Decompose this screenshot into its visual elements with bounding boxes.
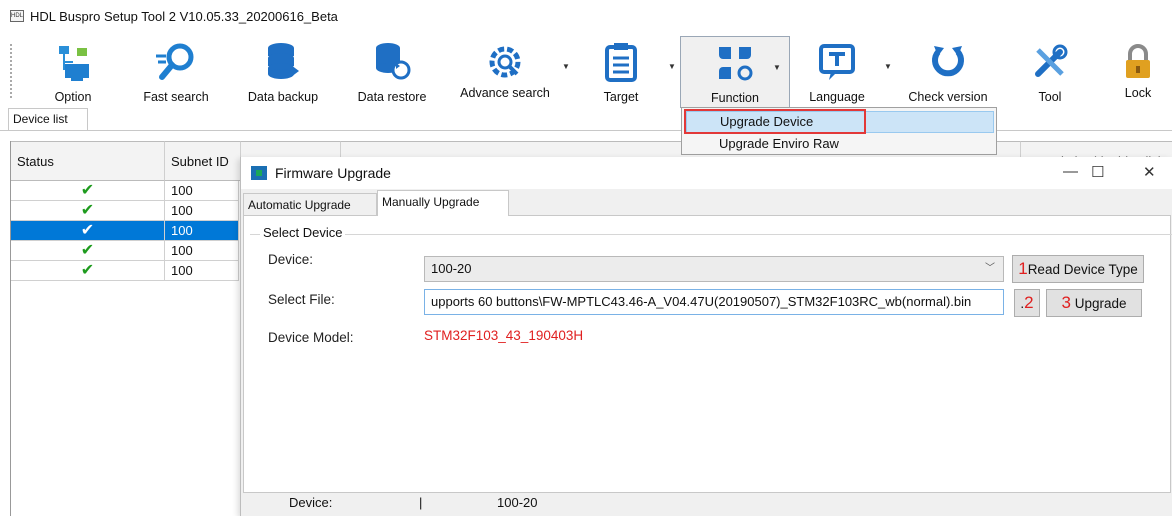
window-title: HDL Buspro Setup Tool 2 V10.05.33_202006… <box>30 8 338 24</box>
data-restore-button[interactable]: Data restore <box>346 36 438 108</box>
tool-button[interactable]: Tool <box>1020 36 1080 108</box>
status-check-icon: ✔ <box>11 201 165 221</box>
advance-search-button[interactable]: Advance search ▼ <box>452 36 570 108</box>
status-device-value: 100-20 <box>497 495 538 510</box>
read-device-type-button[interactable]: 1Read Device Type <box>1012 255 1144 283</box>
check-version-button[interactable]: Check version <box>900 36 996 108</box>
close-icon[interactable]: ✕ <box>1143 163 1156 181</box>
fast-search-button[interactable]: Fast search <box>134 36 218 108</box>
table-row[interactable]: ✔ 100 <box>11 181 239 201</box>
status-check-icon: ✔ <box>11 221 165 241</box>
chevron-down-icon: ﹀ <box>985 263 995 274</box>
column-subnet-id[interactable]: Subnet ID <box>165 141 241 181</box>
group-label: Select Device <box>260 225 346 240</box>
firmware-upgrade-dialog: Firmware Upgrade — ☐ ✕ Automatic Upgrade… <box>240 157 1172 516</box>
app-window: HDL HDL Buspro Setup Tool 2 V10.05.33_20… <box>0 0 1172 516</box>
lock-label: Lock <box>1124 86 1152 100</box>
function-dropdown-icon[interactable]: ▼ <box>773 63 781 72</box>
maximize-icon[interactable]: ☐ <box>1091 163 1104 181</box>
table-row[interactable]: ✔ 100 <box>11 261 239 281</box>
toolbar: Option Fast search Data backup Data rest… <box>0 36 1172 108</box>
table-row-selected[interactable]: ✔ 100 <box>11 221 239 241</box>
select-file-label: Select File: <box>268 292 335 307</box>
check-version-icon <box>926 40 970 84</box>
dialog-status-bar: Device: | 100-20 <box>241 493 1172 516</box>
language-dropdown-icon[interactable]: ▼ <box>884 62 892 71</box>
data-backup-button[interactable]: Data backup <box>240 36 326 108</box>
status-device-label: Device: <box>289 495 333 510</box>
subnet-cell: 100 <box>165 201 239 221</box>
device-select-value: 100-20 <box>431 261 472 276</box>
advance-search-dropdown-icon[interactable]: ▼ <box>562 62 570 71</box>
option-button[interactable]: Option <box>38 36 108 108</box>
function-button[interactable]: Function ▼ <box>680 36 790 108</box>
device-model-label: Device Model: <box>268 330 354 345</box>
lock-button[interactable]: Lock <box>1110 36 1166 108</box>
read-device-type-label: Read Device Type <box>1027 262 1138 277</box>
app-icon: HDL <box>10 10 24 22</box>
status-check-icon: ✔ <box>11 261 165 281</box>
fast-search-icon <box>154 40 198 84</box>
table-row[interactable]: ✔ 100 <box>11 201 239 221</box>
function-menu: Upgrade Device Upgrade Enviro Raw <box>681 107 997 155</box>
data-restore-icon <box>370 40 414 84</box>
step-3-annotation: 3 <box>1061 293 1071 312</box>
function-label: Function <box>711 91 759 105</box>
language-icon <box>815 40 859 84</box>
subnet-cell: 100 <box>165 261 239 281</box>
function-icon <box>713 41 757 85</box>
step-2-annotation: 2 <box>1024 293 1034 312</box>
status-check-icon: ✔ <box>11 181 165 201</box>
file-path-input[interactable]: upports 60 buttons\FW-MPTLC43.46-A_V04.4… <box>424 289 1004 315</box>
status-check-icon: ✔ <box>11 241 165 261</box>
check-version-label: Check version <box>908 90 988 104</box>
subnet-cell: 100 <box>165 181 239 201</box>
target-button[interactable]: Target ▼ <box>588 36 676 108</box>
tool-icon <box>1028 40 1072 84</box>
table-row[interactable]: ✔ 100 <box>11 241 239 261</box>
language-button[interactable]: Language ▼ <box>800 36 892 108</box>
menu-item-upgrade-enviro-raw[interactable]: Upgrade Enviro Raw <box>686 134 994 156</box>
upgrade-label: Upgrade <box>1074 296 1127 311</box>
option-icon <box>51 40 95 84</box>
data-restore-label: Data restore <box>357 90 427 104</box>
dialog-title-bar: Firmware Upgrade — ☐ ✕ <box>241 157 1172 189</box>
target-label: Target <box>603 90 639 104</box>
tab-automatic-upgrade[interactable]: Automatic Upgrade <box>243 193 377 215</box>
data-backup-icon <box>261 40 305 84</box>
data-backup-label: Data backup <box>247 90 319 104</box>
manual-upgrade-panel: Select Device Device: 100-20 ﹀ 1Read Dev… <box>243 215 1172 493</box>
advance-search-icon <box>483 40 527 84</box>
device-model-value: STM32F103_43_190403H <box>424 328 584 343</box>
step-1-annotation: 1 <box>1018 259 1028 278</box>
device-label: Device: <box>268 252 314 267</box>
subnet-cell: 100 <box>165 241 239 261</box>
tab-manually-upgrade[interactable]: Manually Upgrade <box>377 190 509 216</box>
highlight-annotation <box>684 109 866 134</box>
status-separator: | <box>419 495 423 510</box>
browse-button[interactable]: .2 <box>1014 289 1040 317</box>
target-dropdown-icon[interactable]: ▼ <box>668 62 676 71</box>
tool-label: Tool <box>1038 90 1062 104</box>
column-status[interactable]: Status <box>11 141 165 181</box>
minimize-icon[interactable]: — <box>1063 163 1078 180</box>
dialog-title: Firmware Upgrade <box>275 165 391 181</box>
firmware-icon <box>251 166 267 180</box>
option-label: Option <box>54 90 92 104</box>
language-label: Language <box>809 90 865 104</box>
tab-device-list[interactable]: Device list <box>8 108 88 130</box>
device-select[interactable]: 100-20 ﹀ <box>424 256 1004 282</box>
advance-search-label: Advance search <box>460 86 550 100</box>
fast-search-label: Fast search <box>143 90 209 104</box>
title-bar: HDL HDL Buspro Setup Tool 2 V10.05.33_20… <box>0 0 1172 32</box>
lock-icon <box>1116 40 1160 84</box>
toolbar-grip[interactable] <box>10 44 12 100</box>
upgrade-button[interactable]: 3 Upgrade <box>1046 289 1142 317</box>
target-icon <box>599 40 643 84</box>
subnet-cell: 100 <box>165 221 239 241</box>
